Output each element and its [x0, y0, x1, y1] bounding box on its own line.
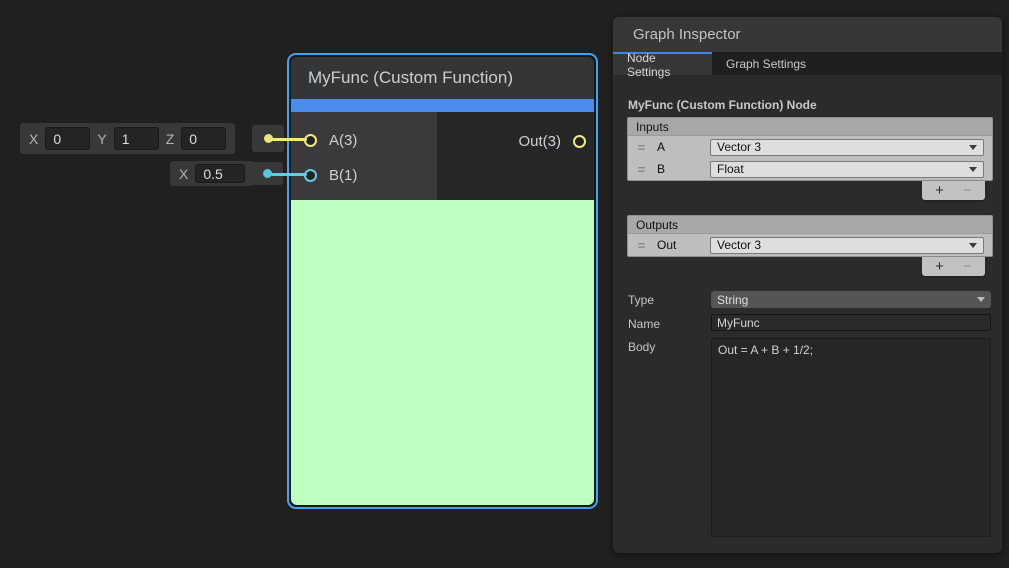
inputs-section: Inputs = A Vector 3 = B Float	[627, 117, 993, 181]
outputs-add-remove-bar: + −	[922, 257, 985, 276]
node-title-bar[interactable]: MyFunc (Custom Function)	[291, 57, 594, 99]
port-row-b: B(1)	[291, 162, 437, 188]
port-row-out: Out(3)	[437, 128, 594, 154]
inspector-title: Graph Inspector	[633, 26, 741, 43]
float-input-widget: X	[170, 161, 254, 186]
remove-output-button[interactable]: −	[954, 258, 982, 275]
inputs-add-remove-bar: + −	[922, 181, 985, 200]
input-type-value: Float	[717, 162, 744, 176]
axis-x-label: X	[29, 131, 38, 147]
node-output-ports: Out(3)	[437, 112, 594, 200]
input-row-a: = A Vector 3	[628, 136, 992, 158]
name-label: Name	[628, 317, 660, 331]
type-dropdown[interactable]: String	[711, 291, 991, 308]
output-row-out: = Out Vector 3	[628, 234, 992, 256]
input-name: B	[657, 162, 665, 176]
float-x-field[interactable]	[195, 164, 245, 183]
dropdown-arrow-icon	[977, 297, 985, 302]
outputs-section-title: Outputs	[628, 216, 992, 234]
input-port-a-label: A(3)	[329, 132, 357, 149]
body-label: Body	[628, 340, 655, 354]
drag-handle-icon[interactable]: =	[635, 238, 648, 253]
vector3-x-field[interactable]	[45, 127, 90, 150]
output-port-out-icon[interactable]	[573, 135, 586, 148]
drag-handle-icon[interactable]: =	[635, 162, 648, 177]
outputs-section: Outputs = Out Vector 3	[627, 215, 993, 257]
node-ports-section: A(3) B(1) Out(3)	[291, 112, 594, 200]
graph-inspector-panel: Graph Inspector Node Settings Graph Sett…	[613, 17, 1002, 553]
vector3-y-field[interactable]	[114, 127, 159, 150]
add-input-button[interactable]: +	[926, 182, 954, 199]
add-output-button[interactable]: +	[926, 258, 954, 275]
vector3-input-widget: X Y Z	[20, 123, 235, 154]
input-row-b: = B Float	[628, 158, 992, 180]
dropdown-arrow-icon	[969, 145, 977, 150]
edge-wire-vector3[interactable]	[271, 138, 307, 141]
tab-graph-settings[interactable]: Graph Settings	[712, 52, 820, 75]
body-field[interactable]: Out = A + B + 1/2;	[711, 338, 991, 537]
axis-y-label: Y	[97, 131, 106, 147]
type-label: Type	[628, 293, 654, 307]
drag-handle-icon[interactable]: =	[635, 140, 648, 155]
inputs-section-title: Inputs	[628, 118, 992, 136]
vector3-z-field[interactable]	[181, 127, 226, 150]
node-body: MyFunc (Custom Function) A(3) B(1) Out(3…	[291, 57, 594, 505]
custom-function-node[interactable]: MyFunc (Custom Function) A(3) B(1) Out(3…	[287, 53, 598, 509]
tab-node-settings[interactable]: Node Settings	[613, 52, 712, 75]
axis-x-label: X	[179, 166, 188, 182]
type-value: String	[717, 293, 748, 307]
node-color-bar	[291, 99, 594, 112]
inspector-title-bar[interactable]: Graph Inspector	[613, 17, 1002, 52]
input-name: A	[657, 140, 665, 154]
input-port-b-label: B(1)	[329, 167, 357, 184]
inspector-node-heading: MyFunc (Custom Function) Node	[628, 98, 817, 112]
dropdown-arrow-icon	[969, 167, 977, 172]
output-name: Out	[657, 238, 676, 252]
input-type-value: Vector 3	[717, 140, 761, 154]
input-type-dropdown[interactable]: Vector 3	[710, 139, 984, 156]
remove-input-button[interactable]: −	[954, 182, 982, 199]
edge-wire-float[interactable]	[271, 173, 307, 176]
name-field[interactable]	[711, 314, 991, 331]
output-type-value: Vector 3	[717, 238, 761, 252]
output-type-dropdown[interactable]: Vector 3	[710, 237, 984, 254]
node-input-ports: A(3) B(1)	[291, 112, 437, 200]
dropdown-arrow-icon	[969, 243, 977, 248]
input-type-dropdown[interactable]: Float	[710, 161, 984, 178]
node-preview-area	[291, 200, 594, 505]
port-row-a: A(3)	[291, 127, 437, 153]
axis-z-label: Z	[166, 131, 175, 147]
output-port-out-label: Out(3)	[518, 133, 561, 150]
node-title: MyFunc (Custom Function)	[308, 68, 513, 88]
inspector-tab-bar: Node Settings Graph Settings	[613, 52, 1002, 75]
